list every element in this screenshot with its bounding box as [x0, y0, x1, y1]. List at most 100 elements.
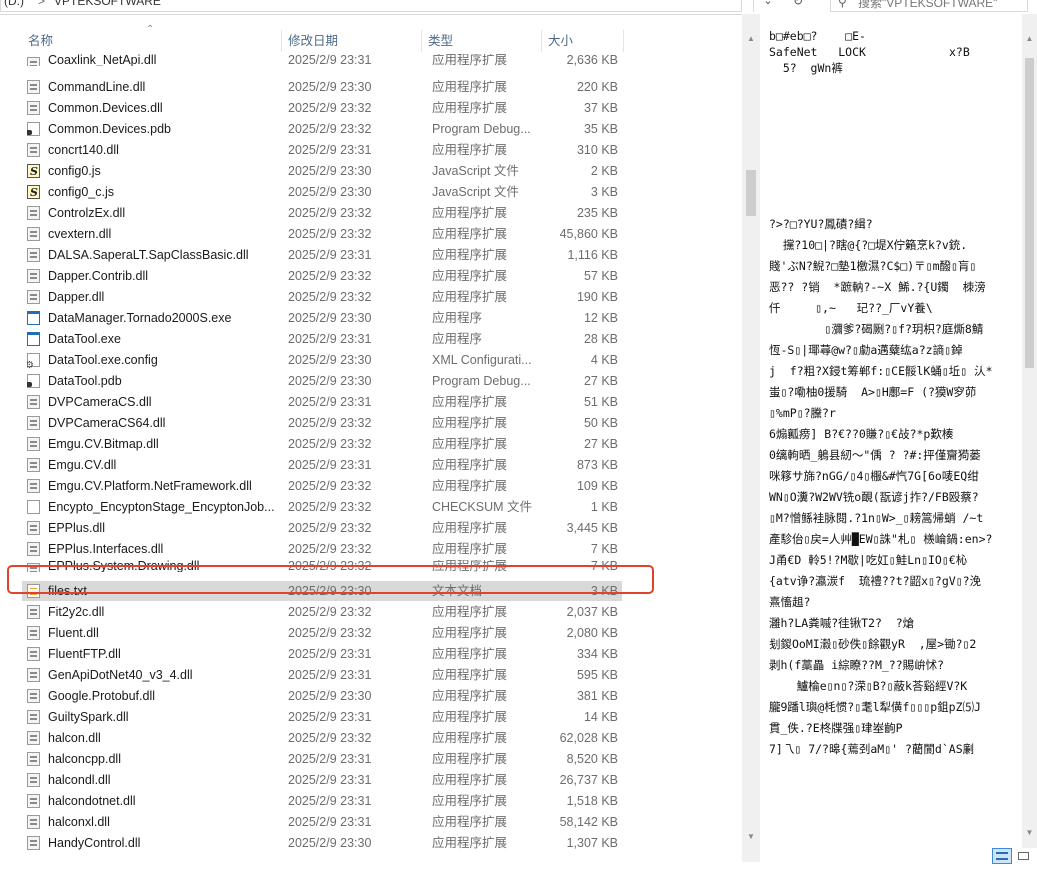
file-row[interactable]: FluentFTP.dll 2025/2/9 23:31 应用程序扩展 334 KB	[22, 644, 622, 664]
file-name[interactable]: cvextern.dll	[48, 224, 274, 244]
file-name[interactable]: Google.Protobuf.dll	[48, 686, 274, 706]
scrollbar-thumb[interactable]	[1025, 58, 1034, 368]
file-row[interactable]: Dapper.dll 2025/2/9 23:32 应用程序扩展 190 KB	[22, 287, 622, 307]
file-row[interactable]: config0_c.js 2025/2/9 23:30 JavaScript 文件 3…	[22, 182, 622, 202]
file-name[interactable]: DataTool.pdb	[48, 371, 274, 391]
dll-icon	[27, 455, 43, 475]
file-row[interactable]: CommandLine.dll 2025/2/9 23:30 应用程序扩展 220 K…	[22, 77, 622, 97]
search-placeholder[interactable]: 搜索"VPTEKSOFTWARE"	[858, 0, 997, 11]
file-name[interactable]: Dapper.dll	[48, 287, 274, 307]
file-row[interactable]: GuiltySpark.dll 2025/2/9 23:31 应用程序扩展 14 KB	[22, 707, 622, 727]
file-list-scrollbar[interactable]: ▲ ▼	[742, 14, 760, 862]
file-date: 2025/2/9 23:32	[288, 500, 372, 514]
column-header-type[interactable]: 类型	[422, 30, 542, 52]
file-name[interactable]: config0.js	[48, 161, 274, 181]
file-row[interactable]: GenApiDotNet40_v3_4.dll 2025/2/9 23:31 应用程…	[22, 665, 622, 685]
column-header-size[interactable]: 大小	[542, 30, 624, 52]
file-name[interactable]: Common.Devices.dll	[48, 98, 274, 118]
recent-locations-button[interactable]: ⌄	[753, 0, 782, 12]
column-header-name[interactable]: 名称	[22, 30, 282, 52]
file-name[interactable]: Dapper.Contrib.dll	[48, 266, 274, 286]
file-list[interactable]: ⌃ 名称 修改日期 类型 大小 Coaxlink_NetApi.dll 2025/…	[0, 14, 742, 862]
file-row[interactable]: EPPlus.Interfaces.dll 2025/2/9 23:32 应用程序扩…	[22, 539, 622, 559]
file-name[interactable]: Encypto_EncyptonStage_EncyptonJob...	[48, 497, 274, 517]
file-name[interactable]: halconxl.dll	[48, 812, 274, 832]
file-row[interactable]: Fluent.dll 2025/2/9 23:32 应用程序扩展 2,080 KB	[22, 623, 622, 643]
file-name[interactable]: halcondotnet.dll	[48, 791, 274, 811]
file-name[interactable]: halconcpp.dll	[48, 749, 274, 769]
file-name[interactable]: GenApiDotNet40_v3_4.dll	[48, 665, 274, 685]
file-row[interactable]: config0.js 2025/2/9 23:30 JavaScript 文件 2 K…	[22, 161, 622, 181]
file-row[interactable]: Coaxlink_NetApi.dll 2025/2/9 23:31 应用程序扩展 2…	[22, 54, 622, 66]
dll-icon	[27, 707, 43, 727]
file-row[interactable]: concrt140.dll 2025/2/9 23:31 应用程序扩展 310 KB	[22, 140, 622, 160]
file-name[interactable]: HandyControl.dll	[48, 833, 274, 853]
file-name[interactable]: GuiltySpark.dll	[48, 707, 274, 727]
file-name[interactable]: DataTool.exe	[48, 329, 274, 349]
file-name[interactable]: ControlzEx.dll	[48, 203, 274, 223]
large-icons-view-icon[interactable]	[1015, 848, 1033, 864]
refresh-button[interactable]: ↻	[786, 0, 810, 12]
file-row[interactable]: Common.Devices.pdb 2025/2/9 23:32 Program …	[22, 119, 622, 139]
file-name[interactable]: EPPlus.dll	[48, 518, 274, 538]
file-name[interactable]: config0_c.js	[48, 182, 274, 202]
scroll-down-icon[interactable]: ▼	[742, 832, 760, 846]
file-row[interactable]: halcondotnet.dll 2025/2/9 23:31 应用程序扩展 1,51…	[22, 791, 622, 811]
file-name[interactable]: Emgu.CV.dll	[48, 455, 274, 475]
file-row[interactable]: Encypto_EncyptonStage_EncyptonJob... 2025…	[22, 497, 622, 517]
file-name[interactable]: Emgu.CV.Bitmap.dll	[48, 434, 274, 454]
file-row[interactable]: Fit2y2c.dll 2025/2/9 23:32 应用程序扩展 2,037 KB	[22, 602, 622, 622]
file-name[interactable]: halcondl.dll	[48, 770, 274, 790]
file-row[interactable]: Emgu.CV.Bitmap.dll 2025/2/9 23:32 应用程序扩展 27…	[22, 434, 622, 454]
file-row[interactable]: DALSA.SaperaLT.SapClassBasic.dll 2025/2/9…	[22, 245, 622, 265]
file-name[interactable]: Emgu.CV.Platform.NetFramework.dll	[48, 476, 274, 496]
details-view-icon[interactable]	[992, 848, 1012, 864]
breadcrumb-drive[interactable]: (D:)	[4, 0, 24, 8]
file-size: 7 KB	[590, 542, 618, 556]
file-name[interactable]: EPPlus.Interfaces.dll	[48, 539, 274, 559]
breadcrumb-separator[interactable]: >	[38, 0, 45, 8]
file-row[interactable]: cvextern.dll 2025/2/9 23:32 应用程序扩展 45,860 K…	[22, 224, 622, 244]
file-name[interactable]: Fluent.dll	[48, 623, 274, 643]
scrollbar-thumb[interactable]	[746, 170, 756, 216]
file-name[interactable]: DVPCameraCS64.dll	[48, 413, 274, 433]
file-name[interactable]: halcon.dll	[48, 728, 274, 748]
file-row[interactable]: DataTool.pdb 2025/2/9 23:30 Program Debug.…	[22, 371, 622, 391]
file-row[interactable]: Common.Devices.dll 2025/2/9 23:32 应用程序扩展 37…	[22, 98, 622, 118]
file-row[interactable]: DVPCameraCS.dll 2025/2/9 23:31 应用程序扩展 51 KB	[22, 392, 622, 412]
column-header-date[interactable]: 修改日期	[282, 30, 422, 52]
file-row[interactable]: DVPCameraCS64.dll 2025/2/9 23:32 应用程序扩展 50 …	[22, 413, 622, 433]
file-name[interactable]: Fit2y2c.dll	[48, 602, 274, 622]
file-date: 2025/2/9 23:32	[288, 479, 372, 493]
breadcrumb-folder[interactable]: VPTEKSOFTWARE	[54, 0, 161, 8]
file-row[interactable]: Emgu.CV.dll 2025/2/9 23:31 应用程序扩展 873 KB	[22, 455, 622, 475]
file-name[interactable]: DataTool.exe.config	[48, 350, 274, 370]
file-row[interactable]: ControlzEx.dll 2025/2/9 23:32 应用程序扩展 235 KB	[22, 203, 622, 223]
dll-icon	[27, 728, 43, 748]
file-name[interactable]: DALSA.SaperaLT.SapClassBasic.dll	[48, 245, 274, 265]
file-name[interactable]: CommandLine.dll	[48, 77, 274, 97]
file-row[interactable]: DataManager.Tornado2000S.exe 2025/2/9 23:…	[22, 308, 622, 328]
file-row[interactable]: EPPlus.dll 2025/2/9 23:32 应用程序扩展 3,445 KB	[22, 518, 622, 538]
dll-icon	[27, 812, 43, 832]
file-row[interactable]: halcon.dll 2025/2/9 23:32 应用程序扩展 62,028 KB	[22, 728, 622, 748]
scroll-up-icon[interactable]: ▲	[1022, 34, 1037, 43]
file-row[interactable]: HandyControl.dll 2025/2/9 23:30 应用程序扩展 1,30…	[22, 833, 622, 853]
file-row[interactable]: Emgu.CV.Platform.NetFramework.dll 2025/2/…	[22, 476, 622, 496]
file-row[interactable]: DataTool.exe 2025/2/9 23:31 应用程序 28 KB	[22, 329, 622, 349]
file-name[interactable]: DataManager.Tornado2000S.exe	[48, 308, 274, 328]
preview-scrollbar[interactable]: ▲ ▼	[1022, 14, 1037, 848]
scroll-up-icon[interactable]: ▲	[742, 34, 760, 48]
file-row[interactable]: halconcpp.dll 2025/2/9 23:31 应用程序扩展 8,520 K…	[22, 749, 622, 769]
file-name[interactable]: DVPCameraCS.dll	[48, 392, 274, 412]
file-name[interactable]: concrt140.dll	[48, 140, 274, 160]
file-name[interactable]: Common.Devices.pdb	[48, 119, 274, 139]
file-name[interactable]: Coaxlink_NetApi.dll	[48, 54, 274, 66]
file-row[interactable]: Google.Protobuf.dll 2025/2/9 23:30 应用程序扩展 3…	[22, 686, 622, 706]
file-name[interactable]: FluentFTP.dll	[48, 644, 274, 664]
scroll-down-icon[interactable]: ▼	[1022, 828, 1037, 837]
file-row[interactable]: Dapper.Contrib.dll 2025/2/9 23:32 应用程序扩展 57…	[22, 266, 622, 286]
file-row[interactable]: halconxl.dll 2025/2/9 23:31 应用程序扩展 58,142 K…	[22, 812, 622, 832]
file-row[interactable]: DataTool.exe.config 2025/2/9 23:30 XML Con…	[22, 350, 622, 370]
file-row[interactable]: halcondl.dll 2025/2/9 23:31 应用程序扩展 26,737 K…	[22, 770, 622, 790]
